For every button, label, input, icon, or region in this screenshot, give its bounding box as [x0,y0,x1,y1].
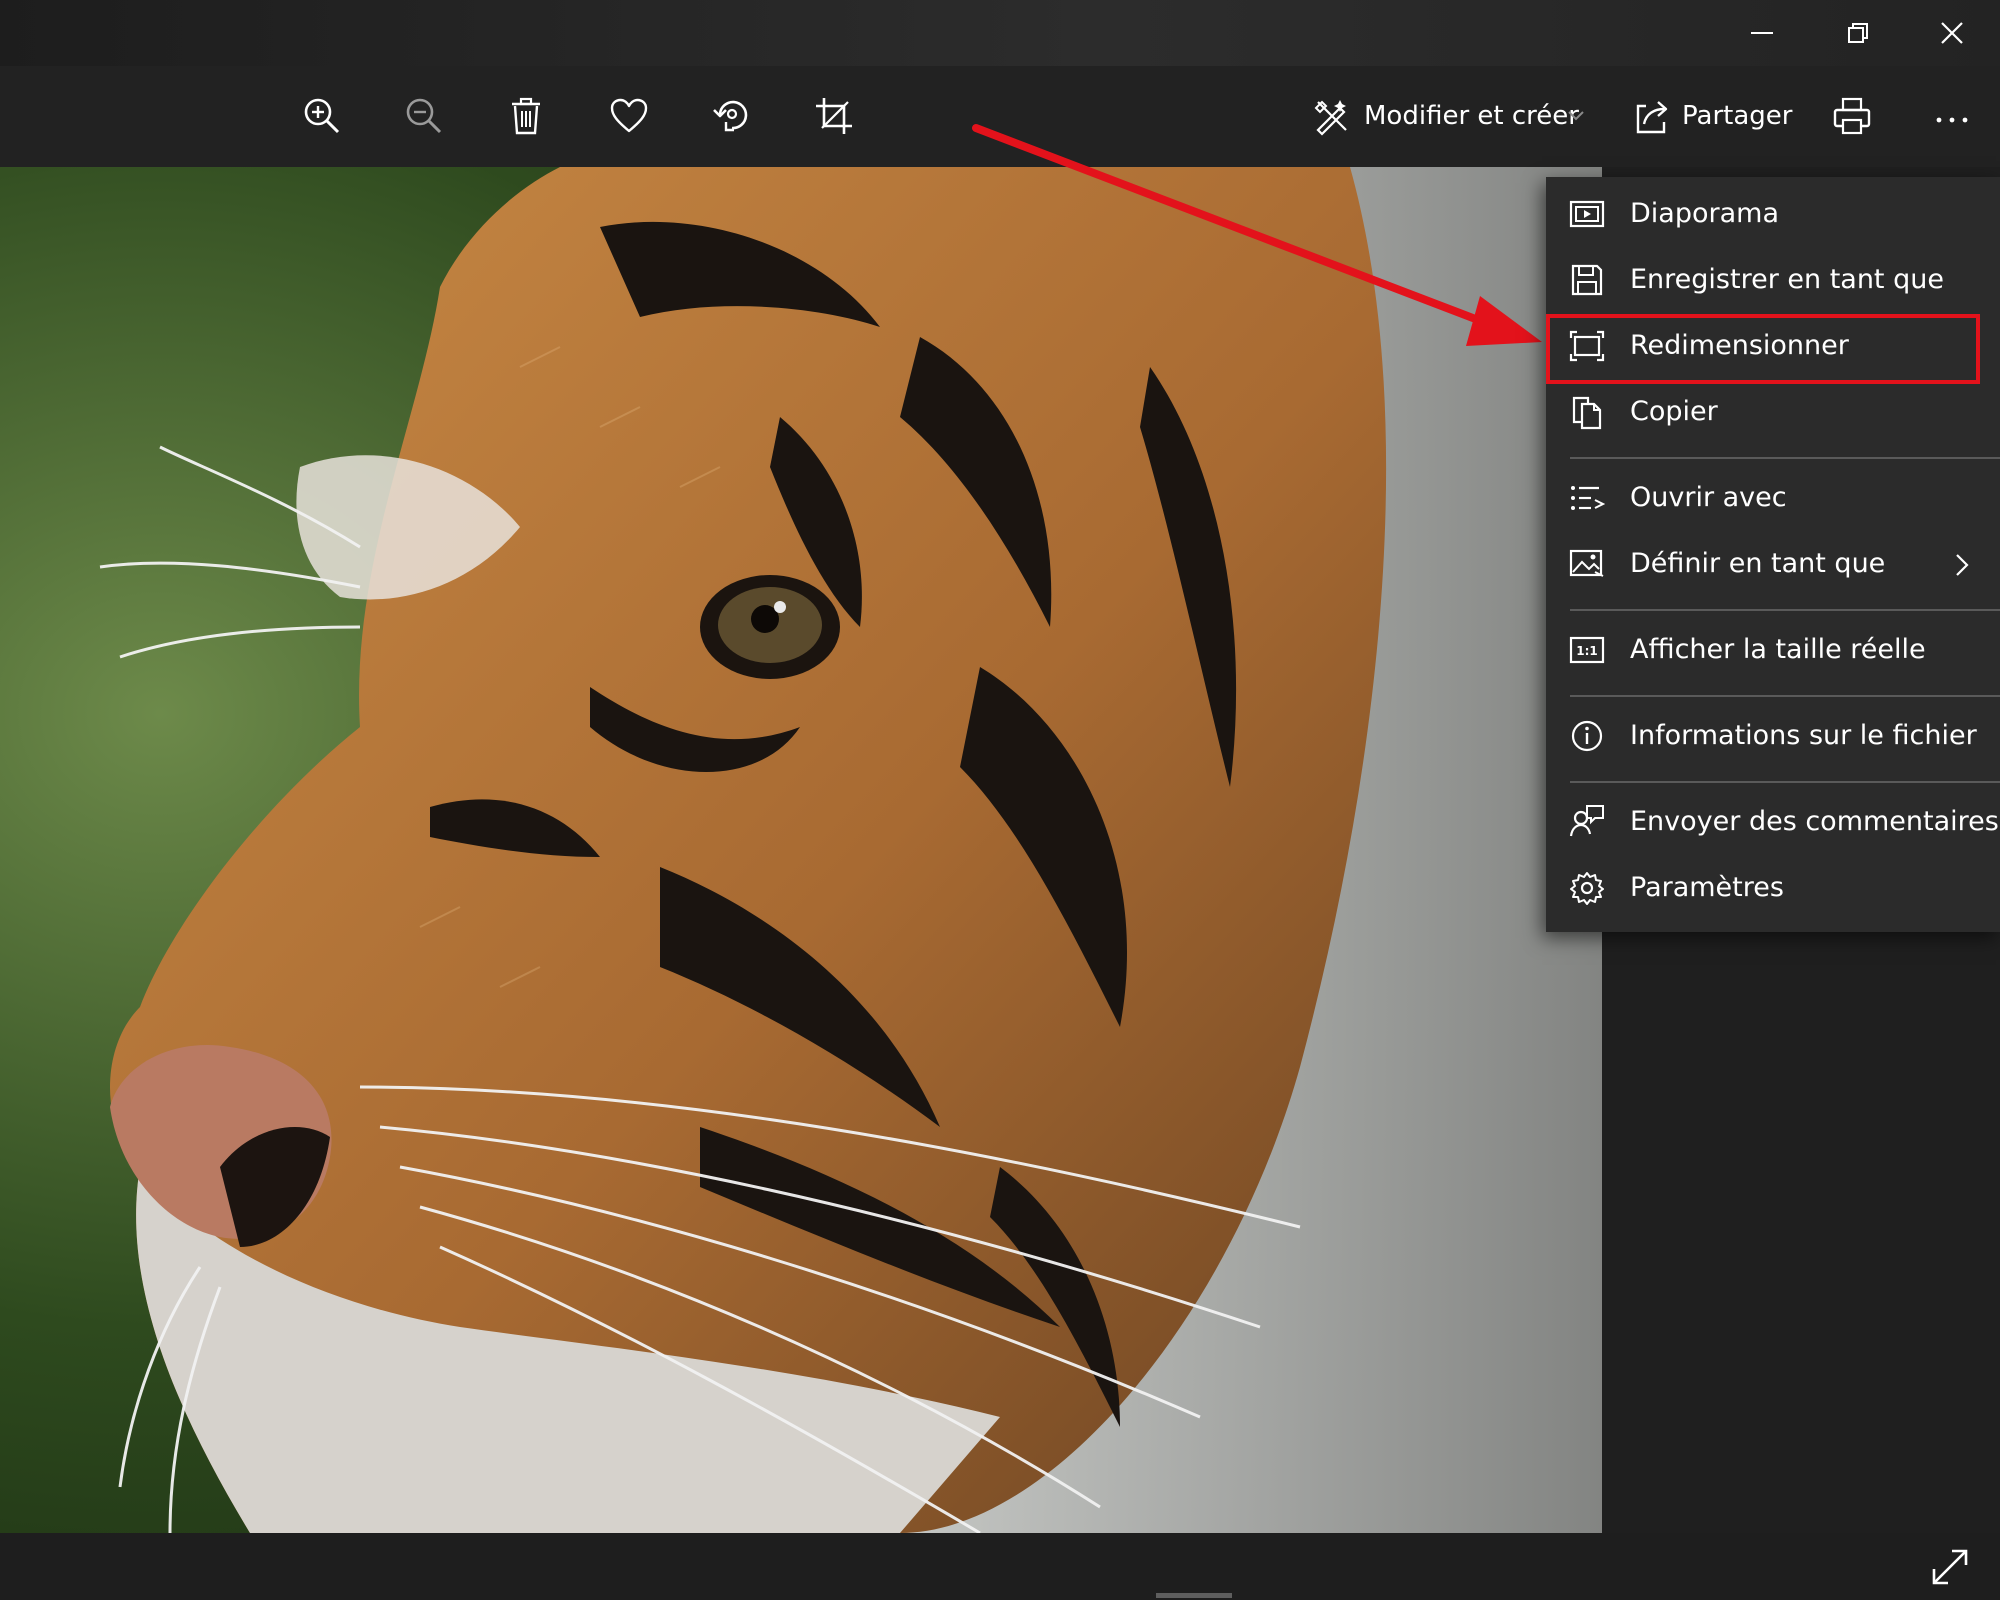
zoom-in-icon [304,98,340,134]
print-button[interactable] [1822,86,1882,146]
svg-text:1:1: 1:1 [1576,644,1598,658]
menu-separator [1570,781,2000,783]
minimize-button[interactable] [1714,0,1810,66]
favorite-button[interactable] [599,86,659,146]
menu-item-label: Enregistrer en tant que [1630,264,1944,295]
menu-item-feedback[interactable]: Envoyer des commentaires [1546,789,2000,855]
share-icon [1636,101,1668,134]
title-bar [0,0,2000,66]
settings-icon [1568,870,1606,906]
menu-item-label: Paramètres [1630,872,1784,903]
crop-button[interactable] [804,86,864,146]
restore-icon [1848,23,1868,43]
info-icon [1568,718,1606,754]
menu-separator [1570,695,2000,697]
heart-icon [610,98,648,133]
save-icon [1568,262,1606,298]
more-icon [1936,117,1968,123]
copy-icon [1568,394,1606,430]
filmstrip-handle[interactable] [1156,1593,1232,1598]
zoom-in-button[interactable] [292,86,352,146]
menu-item-label: Ouvrir avec [1630,482,1787,513]
menu-item-label: Diaporama [1630,198,1779,229]
zoom-out-icon [406,98,442,134]
rotate-button[interactable] [702,86,762,146]
slideshow-icon [1568,196,1606,232]
menu-item-label: Afficher la taille réelle [1630,634,1926,665]
crop-icon [816,98,852,134]
photo-canvas[interactable] [0,167,1602,1533]
share-icon-wrap[interactable] [1622,86,1682,146]
set-as-icon [1568,546,1606,582]
menu-separator [1570,609,2000,611]
menu-item-label: Envoyer des commentaires [1630,806,1999,837]
menu-item-actual-size[interactable]: 1:1 Afficher la taille réelle [1546,617,2000,683]
restore-button[interactable] [1810,0,1906,66]
close-button[interactable] [1904,0,2000,66]
fullscreen-button[interactable] [1928,1545,1972,1589]
close-icon [1941,22,1963,44]
more-options-menu: Diaporama Enregistrer en tant que Redime… [1546,177,2000,932]
delete-button[interactable] [496,86,556,146]
bottom-bar [0,1533,2000,1600]
print-icon [1833,97,1871,135]
menu-item-file-info[interactable]: Informations sur le fichier [1546,703,2000,769]
menu-item-settings[interactable]: Paramètres [1546,855,2000,921]
actual-size-icon: 1:1 [1568,632,1606,668]
menu-item-slideshow[interactable]: Diaporama [1546,181,2000,247]
annotation-arrow [972,124,1542,346]
menu-item-save-as[interactable]: Enregistrer en tant que [1546,247,2000,313]
minimize-icon [1751,32,1773,34]
chevron-down-icon[interactable] [1566,106,1586,126]
tiger-photo [0,167,1602,1533]
feedback-icon [1568,804,1606,840]
open-with-icon [1568,480,1606,516]
menu-item-copy[interactable]: Copier [1546,379,2000,445]
chevron-right-icon [1952,553,1972,577]
more-options-button[interactable] [1922,86,1982,146]
expand-icon [1932,1549,1968,1585]
menu-item-label: Définir en tant que [1630,548,1886,579]
menu-item-label: Informations sur le fichier [1630,720,1977,751]
menu-separator [1570,457,2000,459]
rotate-icon [713,100,748,132]
zoom-out-button[interactable] [394,86,454,146]
share-button[interactable]: Partager [1682,98,1792,134]
menu-item-label: Copier [1630,396,1718,427]
annotation-highlight-box [1546,314,1980,384]
menu-item-open-with[interactable]: Ouvrir avec [1546,465,2000,531]
menu-item-set-as[interactable]: Définir en tant que [1546,531,2000,597]
delete-icon [512,97,540,135]
